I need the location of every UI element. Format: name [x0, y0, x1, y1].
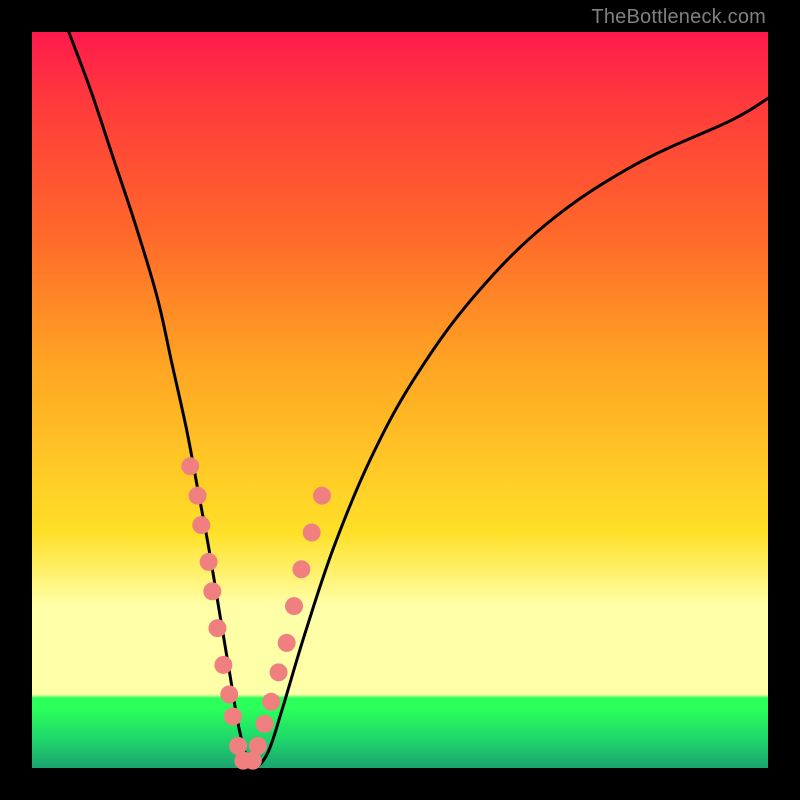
data-dot	[292, 560, 310, 578]
data-dot	[224, 707, 242, 725]
data-dot	[313, 487, 331, 505]
data-dot	[303, 523, 321, 541]
data-dot	[208, 619, 226, 637]
data-dot	[278, 634, 296, 652]
watermark-text: TheBottleneck.com	[591, 6, 766, 29]
data-dot	[229, 737, 247, 755]
data-dot	[244, 752, 262, 770]
data-dot	[270, 663, 288, 681]
data-dot	[203, 582, 221, 600]
data-dot	[214, 656, 232, 674]
data-dot	[181, 457, 199, 475]
bottleneck-curve	[69, 32, 768, 768]
data-dot	[256, 715, 274, 733]
data-dot	[200, 553, 218, 571]
data-dot	[249, 737, 267, 755]
data-dot	[262, 693, 280, 711]
data-dot	[285, 597, 303, 615]
plot-area	[32, 32, 768, 768]
data-dot	[220, 685, 238, 703]
data-dot	[192, 516, 210, 534]
curve-layer	[32, 32, 768, 768]
data-dot	[189, 487, 207, 505]
data-dot	[234, 752, 252, 770]
chart-container: TheBottleneck.com	[0, 0, 800, 800]
